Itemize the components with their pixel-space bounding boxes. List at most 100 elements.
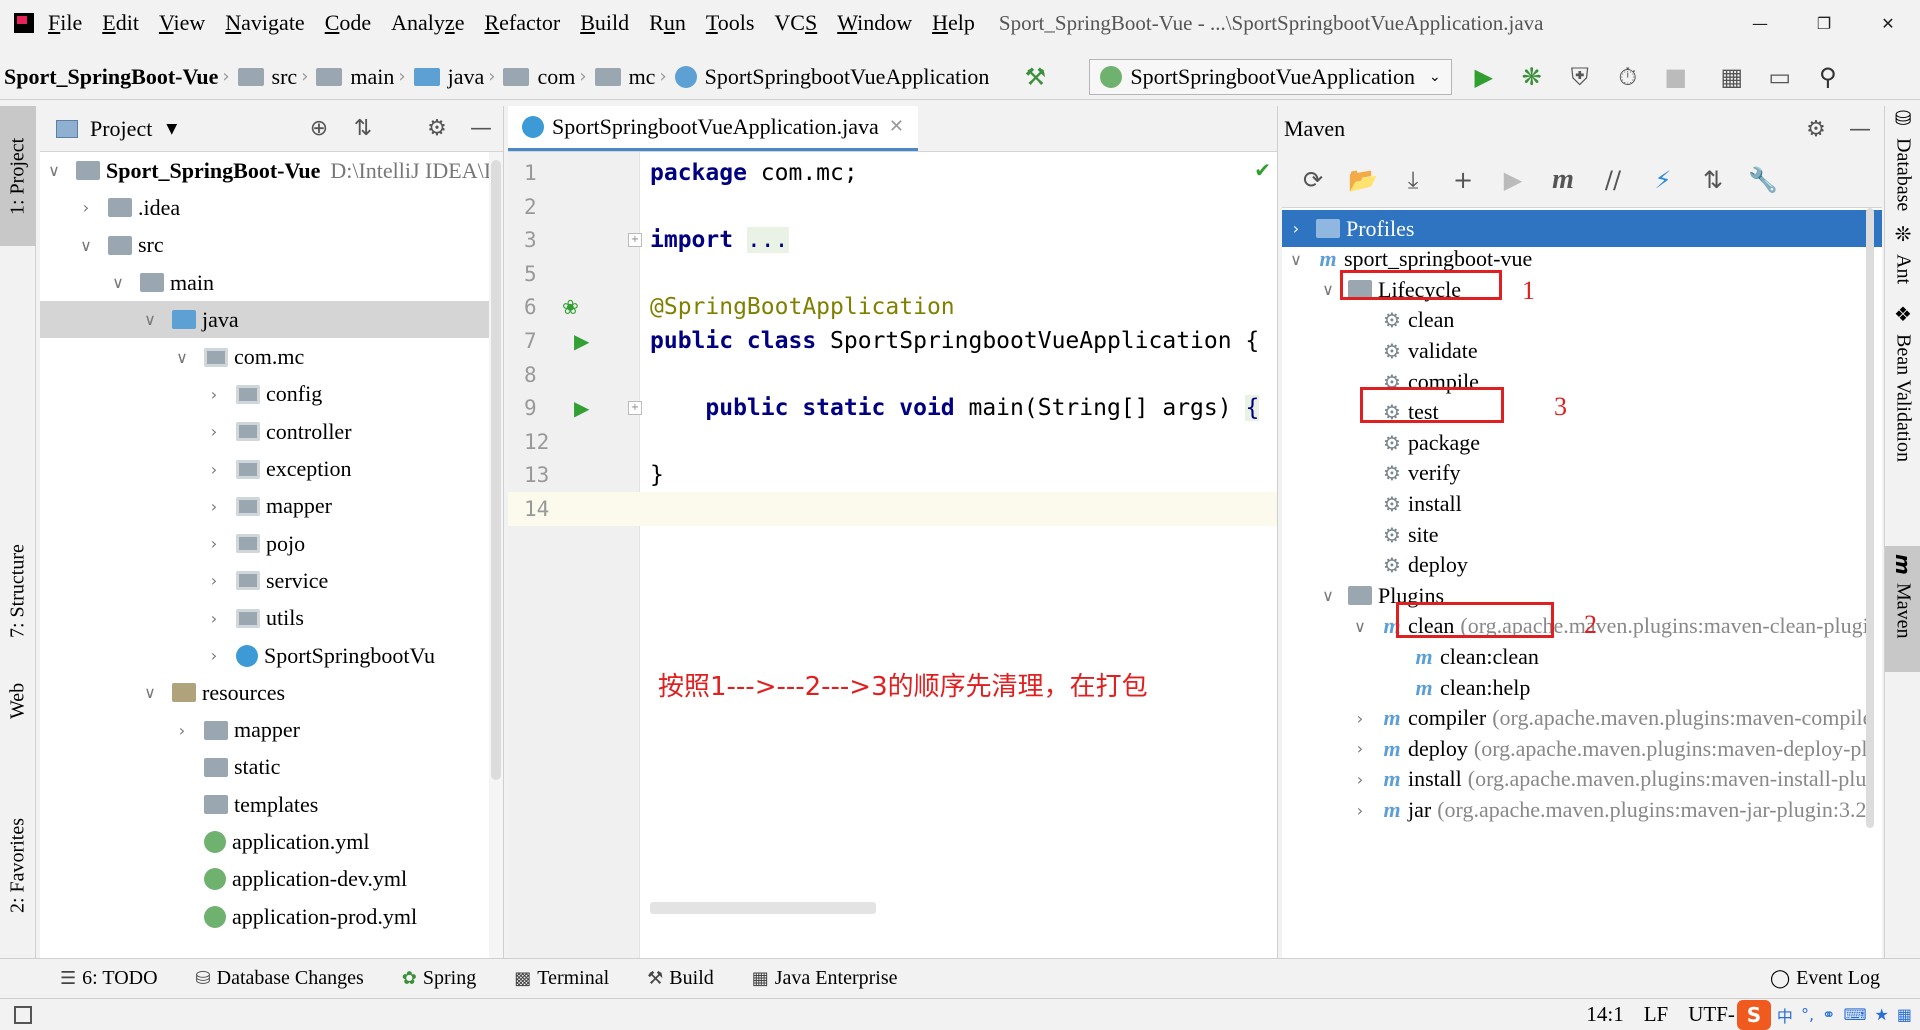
line-separator[interactable]: LF [1644, 1002, 1669, 1027]
run-icon[interactable]: ▶ [1488, 166, 1538, 194]
add-icon[interactable]: + [1438, 166, 1488, 194]
menu-refactor[interactable]: Refactor [484, 10, 560, 36]
menu-navigate[interactable]: Navigate [225, 10, 304, 36]
ime-keyboard-icon[interactable]: ⌨ [1843, 1005, 1866, 1024]
build-hammer-icon[interactable]: ⚒ [1017, 59, 1053, 95]
menu-edit[interactable]: Edit [102, 10, 139, 36]
tab-ant[interactable]: ❊ Ant [1885, 222, 1920, 302]
project-tree-row[interactable]: ∨ src [40, 227, 503, 264]
maven-tree-row[interactable]: › m jar (org.apache.maven.plugins:maven-jar… [1282, 791, 1882, 828]
sogou-ime-icon[interactable]: S [1736, 999, 1771, 1030]
spring-bean-icon[interactable]: ❀ [562, 295, 579, 319]
menu-analyze[interactable]: Analyze [391, 10, 464, 36]
scrollbar-thumb[interactable] [491, 160, 501, 780]
chevron-right-icon[interactable]: › [1286, 219, 1306, 238]
project-tree-row[interactable]: › mapper [40, 488, 503, 525]
ime-settings-icon[interactable]: ▦ [1897, 1005, 1912, 1024]
tool-spring[interactable]: ✿ Spring [402, 967, 476, 990]
collapse-all-icon[interactable]: ⇅ [341, 116, 385, 141]
menu-build[interactable]: Build [580, 10, 629, 36]
execute-goal-icon[interactable]: m [1538, 164, 1588, 196]
chevron-down-icon[interactable]: ∨ [1318, 586, 1338, 605]
tab-favorites[interactable]: 2: Favorites [0, 796, 36, 936]
tool-event-log[interactable]: ◯ Event Log [1770, 967, 1880, 990]
chevron-down-icon[interactable]: ∨ [44, 161, 64, 180]
tab-database[interactable]: ⛁ Database [1885, 106, 1920, 216]
hide-icon[interactable]: — [459, 116, 503, 141]
maximize-button[interactable]: ❐ [1792, 0, 1856, 46]
chevron-right-icon[interactable]: › [204, 422, 224, 441]
fold-toggle-icon[interactable]: + [628, 401, 642, 416]
chevron-right-icon[interactable]: › [204, 385, 224, 404]
chevron-right-icon[interactable]: › [76, 198, 96, 217]
presentation-mode-icon[interactable]: ▭ [1762, 59, 1798, 95]
chevron-down-icon[interactable]: ∨ [1350, 617, 1370, 636]
tool-build[interactable]: ⚒ Build [647, 967, 714, 990]
code-line[interactable]: 5 [508, 257, 1277, 291]
project-tree-row[interactable]: application.yml [40, 823, 503, 860]
menu-run[interactable]: Run [649, 10, 686, 36]
chevron-right-icon[interactable]: › [1350, 739, 1370, 758]
project-tree-row[interactable]: › .idea [40, 189, 503, 226]
breadcrumb-main[interactable]: main › [312, 64, 409, 90]
menu-window[interactable]: Window [837, 10, 912, 36]
tab-structure[interactable]: 7: Structure [0, 526, 36, 656]
profile-icon[interactable]: ⏱ [1610, 59, 1646, 95]
chevron-down-icon[interactable]: ∨ [172, 348, 192, 367]
close-icon[interactable]: ✕ [889, 116, 904, 137]
chevron-right-icon[interactable]: › [204, 460, 224, 479]
project-tree-row[interactable]: static [40, 749, 503, 786]
menu-view[interactable]: View [159, 10, 205, 36]
project-tree-row[interactable]: ∨ resources [40, 674, 503, 711]
code-line[interactable]: 14 [508, 492, 1277, 526]
project-tree-row[interactable]: › utils [40, 600, 503, 637]
reload-icon[interactable]: ⟳ [1288, 166, 1338, 194]
ime-punctuation-icon[interactable]: °, [1801, 1005, 1814, 1024]
hide-icon[interactable]: — [1838, 117, 1882, 142]
project-title[interactable]: Project [90, 116, 152, 142]
run-configuration-select[interactable]: SportSpringbootVueApplication ⌄ [1089, 58, 1452, 95]
chevron-right-icon[interactable]: › [1350, 770, 1370, 789]
project-tree-row[interactable]: › mapper [40, 711, 503, 748]
toggle-tool-windows-icon[interactable] [14, 1005, 32, 1024]
menu-file[interactable]: File [48, 10, 82, 36]
chevron-right-icon[interactable]: › [204, 497, 224, 516]
project-tree-row[interactable]: ∨ main [40, 264, 503, 301]
project-tree-row[interactable]: application-dev.yml [40, 861, 503, 898]
chevron-down-icon[interactable]: ▼ [166, 121, 177, 137]
chevron-right-icon[interactable]: › [204, 609, 224, 628]
code-line[interactable]: 6 ❀ @SpringBootApplication [508, 290, 1277, 324]
locate-icon[interactable]: ⊕ [297, 116, 341, 141]
project-tree-row[interactable]: › controller [40, 413, 503, 450]
skip-tests-icon[interactable]: ⚡ [1638, 166, 1688, 194]
code-line[interactable]: 1 package com.mc; [508, 156, 1277, 190]
minimize-button[interactable]: — [1728, 0, 1792, 46]
search-everywhere-icon[interactable]: ⚲ [1810, 59, 1846, 95]
download-icon[interactable]: ⤓ [1388, 166, 1438, 194]
chevron-right-icon[interactable]: › [204, 534, 224, 553]
chevron-down-icon[interactable]: ∨ [140, 683, 160, 702]
stop-icon[interactable]: ■ [1658, 59, 1694, 95]
toggle-offline-icon[interactable]: ∕∕ [1588, 166, 1638, 194]
chevron-right-icon[interactable]: › [1350, 709, 1370, 728]
project-tree-row[interactable]: ∨ com.mc [40, 338, 503, 375]
tool-terminal[interactable]: ▩ Terminal [514, 967, 609, 990]
tab-web[interactable]: Web [0, 666, 36, 736]
tab-project[interactable]: 1: Project [0, 106, 36, 246]
project-tree-row[interactable]: › SportSpringbootVu [40, 637, 503, 674]
code-line[interactable]: 13} [508, 458, 1277, 492]
project-tree-row[interactable]: ∨ java [40, 301, 503, 339]
close-window-button[interactable]: ✕ [1856, 0, 1920, 46]
chevron-right-icon[interactable]: › [172, 721, 192, 740]
chevron-down-icon[interactable]: ∨ [140, 310, 160, 329]
breadcrumb-java[interactable]: java › [410, 64, 500, 90]
chevron-down-icon[interactable]: ∨ [108, 273, 128, 292]
wrench-icon[interactable]: 🔧 [1738, 166, 1788, 194]
coverage-icon[interactable]: ⛨ [1562, 59, 1598, 95]
menu-code[interactable]: Code [325, 10, 371, 36]
chevron-right-icon[interactable]: › [204, 646, 224, 665]
code-line[interactable]: 12 [508, 425, 1277, 459]
project-tree-row[interactable]: application-prod.yml [40, 898, 503, 935]
ime-mic-icon[interactable]: ⚭ [1822, 1005, 1835, 1024]
code-line[interactable]: 3 + import ... [508, 223, 1277, 257]
